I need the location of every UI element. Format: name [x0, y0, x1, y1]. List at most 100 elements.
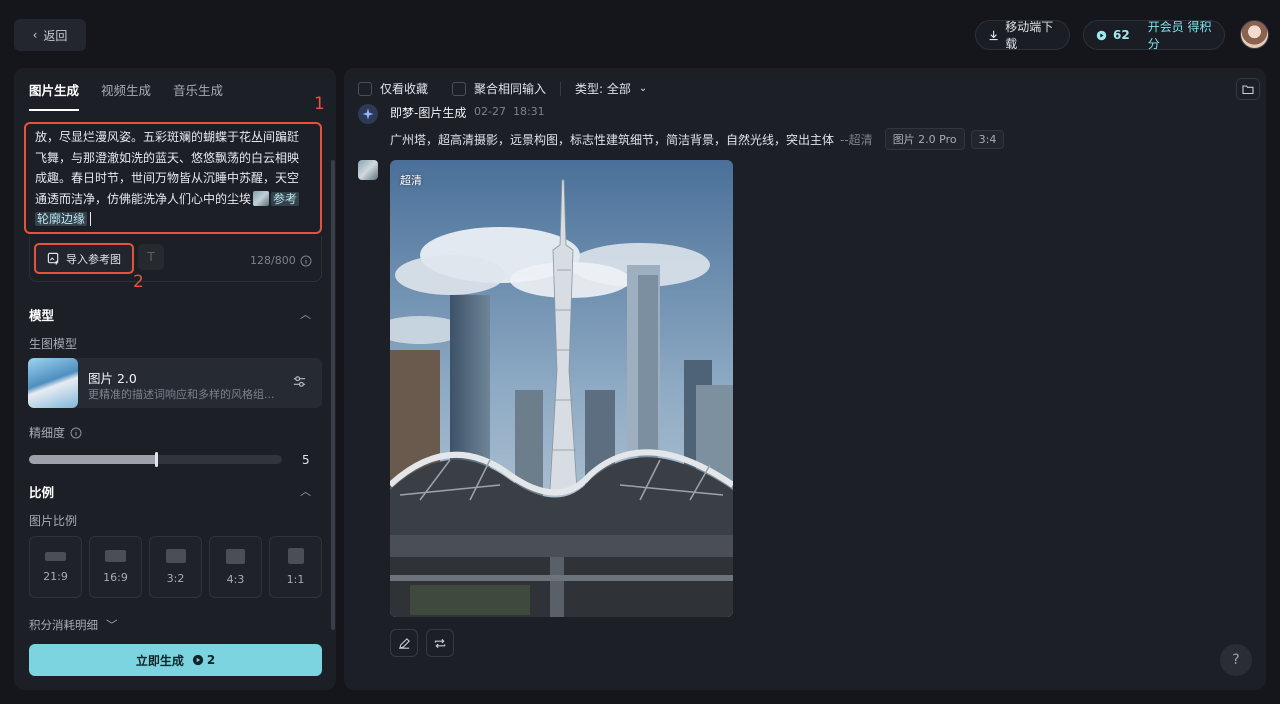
- filter-bar: 仅看收藏 聚合相同输入 类型: 全部 ⌄: [358, 80, 647, 97]
- prompt-line: 通透而洁净，仿佛能洗净人们心中的尘埃 参考: [35, 189, 311, 210]
- char-counter: 128/800: [250, 254, 312, 267]
- ratio-shape: [105, 550, 126, 562]
- quality-tag: 超清: [400, 174, 422, 187]
- user-avatar[interactable]: [1240, 20, 1269, 49]
- annotation-marker-2: 2: [133, 272, 144, 292]
- chevron-left-icon: ‹: [32, 28, 38, 42]
- reference-tag[interactable]: 参考: [271, 191, 300, 206]
- model-sublabel: 生图模型: [29, 337, 78, 351]
- import-reference-label: 导入参考图: [66, 252, 121, 266]
- ratio-section-title: 比例: [29, 485, 55, 500]
- model-section-title: 模型: [29, 308, 55, 323]
- credit-coin-icon: [1096, 30, 1107, 40]
- mobile-download-button[interactable]: 移动端下载: [975, 20, 1070, 51]
- cost-detail-toggle[interactable]: 积分消耗明细 ﹀: [29, 617, 118, 633]
- text-style-button[interactable]: T: [138, 244, 164, 270]
- credits-pill[interactable]: 62 开会员 得积分: [1083, 18, 1225, 52]
- ratio-shape: [287, 548, 304, 564]
- merge-checkbox[interactable]: [452, 81, 467, 96]
- import-reference-button[interactable]: 导入参考图: [34, 243, 134, 274]
- prompt-line-text: 通透而洁净，仿佛能洗净人们心中的尘埃: [35, 191, 252, 206]
- bot-name: 即梦-图片生成: [390, 106, 467, 120]
- download-icon: [989, 30, 998, 40]
- model-description: 更精准的描述词响应和多样的风格组...: [88, 388, 275, 401]
- back-button[interactable]: ‹ 返回: [14, 19, 86, 51]
- model-selector[interactable]: 图片 2.0 更精准的描述词响应和多样的风格组...: [28, 358, 322, 408]
- ratio-shape: [165, 549, 186, 563]
- ratio-label: 3:2: [166, 572, 185, 585]
- left-panel: 图片生成 视频生成 音乐生成 放，尽显烂漫风姿。五彩斑斓的蝴蝶于花丛间蹁跹 飞舞…: [14, 68, 336, 690]
- back-label: 返回: [43, 28, 68, 43]
- model-thumbnail: [28, 358, 78, 408]
- timestamp: 02-27 18:31: [474, 105, 545, 118]
- prompt-input[interactable]: 放，尽显烂漫风姿。五彩斑斓的蝴蝶于花丛间蹁跹 飞舞，与那澄澈如洗的蓝天、悠悠飘荡…: [24, 122, 322, 234]
- favorites-label[interactable]: 仅看收藏: [380, 80, 428, 97]
- reference-tag[interactable]: 轮廓边缘: [35, 212, 88, 226]
- prompt-line: 成趣。春日时节，世间万物皆从沉睡中苏醒，天空: [35, 171, 300, 185]
- pencil-icon: [398, 637, 410, 649]
- sparkle-icon: [362, 108, 374, 120]
- text-t-icon: T: [147, 250, 155, 264]
- time: 18:31: [512, 105, 545, 118]
- chevron-up-icon[interactable]: ︿: [300, 483, 311, 499]
- generation-prompt: 广州塔，超高清摄影，远景构图，标志性建筑细节，简洁背景，自然光线，突出主体 --…: [390, 128, 1005, 150]
- download-label: 移动端下载: [1005, 20, 1054, 51]
- ratio-shape: [226, 548, 245, 564]
- ratio-option-4-3[interactable]: 4:3: [209, 536, 262, 598]
- folder-icon: [1242, 84, 1254, 94]
- left-scrollbar[interactable]: [331, 160, 335, 630]
- regenerate-button[interactable]: [426, 629, 454, 657]
- ratio-label: 16:9: [103, 571, 128, 584]
- prompt-line: 轮廓边缘: [35, 209, 311, 230]
- sliders-icon[interactable]: [292, 374, 307, 389]
- fineness-value: 5: [302, 453, 310, 467]
- prompt-line: 放，尽显烂漫风姿。五彩斑斓的蝴蝶于花丛间蹁跹: [35, 130, 300, 144]
- ratio-option-16-9[interactable]: 16:9: [89, 536, 142, 598]
- slider-fill: [29, 455, 156, 464]
- edit-button[interactable]: [390, 629, 418, 657]
- credit-coin-icon: [192, 654, 203, 666]
- prompt-line: 飞舞，与那澄澈如洗的蓝天、悠悠飘荡的白云相映: [35, 150, 300, 165]
- model-chip: 图片 2.0 Pro: [884, 128, 965, 150]
- tab-music[interactable]: 音乐生成: [173, 80, 223, 111]
- reference-image-thumb-icon[interactable]: [253, 190, 270, 206]
- chevron-down-icon[interactable]: ⌄: [639, 83, 647, 94]
- favorites-checkbox[interactable]: [358, 81, 372, 96]
- fineness-label: 精细度: [29, 426, 66, 440]
- generate-cost-value: 2: [206, 653, 216, 667]
- model-name: 图片 2.0: [88, 371, 137, 386]
- merge-label[interactable]: 聚合相同输入: [474, 80, 546, 97]
- ratio-label: 4:3: [226, 572, 245, 586]
- generated-image[interactable]: 超清: [390, 160, 733, 617]
- slider-handle[interactable]: [154, 452, 158, 467]
- fineness-slider[interactable]: [29, 452, 282, 467]
- chevron-up-icon[interactable]: ︿: [300, 306, 311, 322]
- ratio-option-3-2[interactable]: 3:2: [149, 536, 202, 598]
- text-cursor: [90, 212, 92, 226]
- question-icon: ?: [1232, 652, 1240, 668]
- ratio-label: 1:1: [286, 573, 305, 586]
- tab-image[interactable]: 图片生成: [29, 80, 80, 111]
- generation-tabs: 图片生成 视频生成 音乐生成: [29, 80, 223, 111]
- credit-count: 62: [1113, 28, 1130, 42]
- ratio-chip: 3:4: [970, 129, 1005, 149]
- info-icon[interactable]: [70, 427, 82, 439]
- vip-link[interactable]: 开会员 得积分: [1148, 18, 1212, 52]
- ratio-options: 21:9 16:9 3:2 4:3 1:1: [29, 536, 322, 598]
- info-icon[interactable]: [300, 255, 312, 267]
- ratio-option-21-9[interactable]: 21:9: [29, 536, 82, 598]
- ratio-option-1-1[interactable]: 1:1: [269, 536, 322, 598]
- prompt-suffix: --超清: [840, 132, 873, 147]
- tab-video[interactable]: 视频生成: [101, 80, 151, 111]
- chevron-down-icon: ﹀: [106, 618, 118, 632]
- generate-button[interactable]: 立即生成 2: [29, 644, 322, 676]
- repeat-icon: [434, 638, 446, 648]
- image-add-icon: [47, 252, 59, 265]
- help-button[interactable]: ?: [1220, 644, 1252, 676]
- ratio-shape: [45, 551, 66, 561]
- date: 02-27: [474, 105, 506, 118]
- type-filter[interactable]: 类型: 全部: [575, 80, 631, 97]
- results-panel: 仅看收藏 聚合相同输入 类型: 全部 ⌄ 即梦-图片生成 02-27 18:31…: [344, 68, 1266, 690]
- fineness-label-row: 精细度: [29, 424, 82, 441]
- folder-button[interactable]: [1236, 78, 1260, 100]
